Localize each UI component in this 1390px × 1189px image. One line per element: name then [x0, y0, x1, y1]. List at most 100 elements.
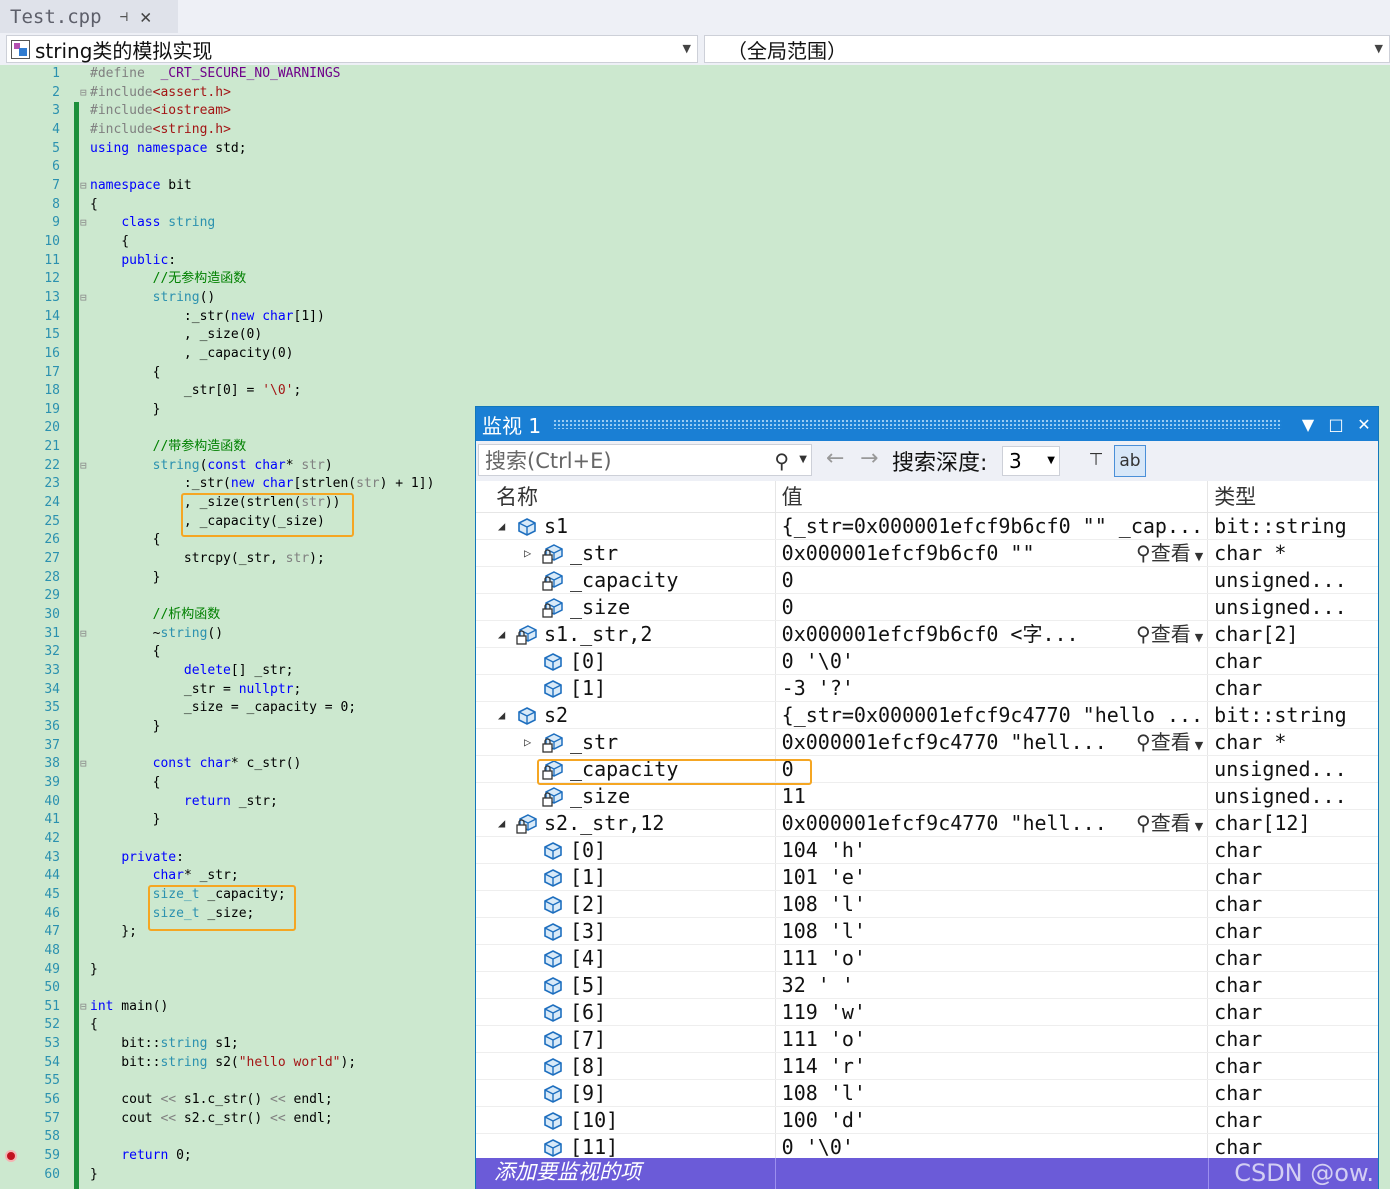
watch-row[interactable]: _size 0 unsigned...	[476, 594, 1378, 621]
fold-toggle-icon[interactable]: ⊟	[80, 289, 90, 308]
add-watch-placeholder[interactable]: 添加要监视的项	[476, 1158, 776, 1189]
watch-row[interactable]: [7] 111 'o' char	[476, 1026, 1378, 1053]
watch-value-cell[interactable]: 11	[776, 783, 1209, 809]
code-line[interactable]: {	[90, 774, 434, 793]
watch-value-cell[interactable]: 0	[776, 567, 1209, 593]
watch-value-cell[interactable]: -3 '?'	[776, 675, 1209, 701]
watch-row[interactable]: [0] 0 '\0' char	[476, 648, 1378, 675]
code-line[interactable]: //带参构造函数	[90, 438, 434, 457]
watch-name[interactable]: [8]	[570, 1053, 606, 1079]
watch-row[interactable]: [2] 108 'l' char	[476, 891, 1378, 918]
watch-name[interactable]: _str	[570, 540, 618, 566]
watch-row[interactable]: [0] 104 'h' char	[476, 837, 1378, 864]
watch-row[interactable]: ◢ s2 {_str=0x000001efcf9c4770 "hello ... bi…	[476, 702, 1378, 729]
watch-row[interactable]: ◢ s2._str,12 0x000001efcf9c4770 "hell... ⚲查…	[476, 810, 1378, 837]
watch-search-input[interactable]: 搜索(Ctrl+E) ⚲ ▼	[478, 444, 812, 476]
code-line[interactable]: #include<iostream>	[90, 102, 434, 121]
watch-value-cell[interactable]: 0x000001efcf9b6cf0 "" ⚲查看 ▼	[776, 540, 1209, 566]
expand-arrow-icon[interactable]: ▷	[524, 540, 531, 566]
code-line[interactable]: }	[90, 1166, 434, 1185]
watch-row[interactable]: [5] 32 ' ' char	[476, 972, 1378, 999]
watch-row[interactable]: [6] 119 'w' char	[476, 999, 1378, 1026]
code-line[interactable]	[90, 587, 434, 606]
watch-name[interactable]: [1]	[570, 864, 606, 890]
visualizer-view-button[interactable]: ⚲查看 ▼	[1132, 810, 1204, 836]
watch-row[interactable]: [9] 108 'l' char	[476, 1080, 1378, 1107]
code-line[interactable]	[90, 979, 434, 998]
code-line[interactable]: #include<string.h>	[90, 121, 434, 140]
code-line[interactable]: cout << s2.c_str() << endl;	[90, 1110, 434, 1129]
collapse-arrow-icon[interactable]: ◢	[498, 810, 505, 836]
code-line[interactable]: ~string()	[90, 625, 434, 644]
watch-value-cell[interactable]: 0 '\0'	[776, 1134, 1209, 1160]
collapse-arrow-icon[interactable]: ◢	[498, 621, 505, 647]
watch-name[interactable]: [0]	[570, 837, 606, 863]
collapse-arrow-icon[interactable]: ◢	[498, 513, 505, 539]
forward-arrow-icon[interactable]: →	[860, 446, 878, 471]
code-line[interactable]: }	[90, 961, 434, 980]
global-scope-dropdown[interactable]: （全局范围） ▼	[704, 35, 1390, 63]
code-line[interactable]	[90, 158, 434, 177]
fold-toggle-icon[interactable]: ⊟	[80, 214, 90, 233]
watch-name[interactable]: [9]	[570, 1080, 606, 1106]
code-line[interactable]: , _size(0)	[90, 326, 434, 345]
code-line[interactable]	[90, 942, 434, 961]
watch-value-cell[interactable]: 104 'h'	[776, 837, 1209, 863]
watch-value-cell[interactable]: 100 'd'	[776, 1107, 1209, 1133]
code-line[interactable]	[90, 830, 434, 849]
code-line[interactable]: {	[90, 364, 434, 383]
watch-name[interactable]: [5]	[570, 972, 606, 998]
watch-value-cell[interactable]: 0	[776, 594, 1209, 620]
collapse-arrow-icon[interactable]: ◢	[498, 702, 505, 728]
watch-row[interactable]: ▷ _str 0x000001efcf9b6cf0 "" ⚲查看 ▼ char *	[476, 540, 1378, 567]
tab-test-cpp[interactable]: Test.cpp ⊣ ✕	[0, 0, 178, 33]
watch-row[interactable]: _size 11 unsigned...	[476, 783, 1378, 810]
code-line[interactable]: namespace bit	[90, 177, 434, 196]
watch-name[interactable]: [0]	[570, 648, 606, 674]
watch-row[interactable]: [3] 108 'l' char	[476, 918, 1378, 945]
watch-value-cell[interactable]: 108 'l'	[776, 891, 1209, 917]
fold-toggle-icon[interactable]: ⊟	[80, 177, 90, 196]
code-line[interactable]: , _capacity(0)	[90, 345, 434, 364]
code-line[interactable]: string()	[90, 289, 434, 308]
watch-name[interactable]: _capacity	[570, 567, 678, 593]
watch-value-cell[interactable]: 32 ' '	[776, 972, 1209, 998]
code-line[interactable]	[90, 1072, 434, 1091]
code-line[interactable]: using namespace std;	[90, 140, 434, 159]
code-line[interactable]: bit::string s2("hello world");	[90, 1054, 434, 1073]
close-tab-icon[interactable]: ✕	[140, 6, 151, 28]
code-line[interactable]: return _str;	[90, 793, 434, 812]
watch-value-cell[interactable]: {_str=0x000001efcf9c4770 "hello ...	[776, 702, 1209, 728]
code-line[interactable]: string(const char* str)	[90, 457, 434, 476]
code-line[interactable]: const char* c_str()	[90, 755, 434, 774]
column-header-type[interactable]: 类型	[1208, 481, 1378, 512]
code-line[interactable]: delete[] _str;	[90, 662, 434, 681]
hex-display-icon[interactable]: ab	[1114, 445, 1146, 477]
scope-dropdown[interactable]: string类的模拟实现 ▼	[6, 35, 698, 63]
code-line[interactable]: char* _str;	[90, 867, 434, 886]
column-header-name[interactable]: 名称	[476, 481, 776, 512]
watch-value-cell[interactable]: {_str=0x000001efcf9b6cf0 "" _cap...	[776, 513, 1209, 539]
watch-name[interactable]: [1]	[570, 675, 606, 701]
watch-name[interactable]: _size	[570, 594, 630, 620]
code-line[interactable]: {	[90, 1016, 434, 1035]
code-line[interactable]: cout << s1.c_str() << endl;	[90, 1091, 434, 1110]
column-header-value[interactable]: 值	[776, 481, 1209, 512]
watch-name[interactable]: [4]	[570, 945, 606, 971]
code-line[interactable]: :_str(new char[1])	[90, 308, 434, 327]
code-line[interactable]: }	[90, 718, 434, 737]
dropdown-icon[interactable]: ▼	[1294, 415, 1322, 434]
watch-row[interactable]: [11] 0 '\0' char	[476, 1134, 1378, 1161]
watch-value-cell[interactable]: 0x000001efcf9b6cf0 <字... ⚲查看 ▼	[776, 621, 1209, 647]
code-line[interactable]: class string	[90, 214, 434, 233]
chevron-down-icon[interactable]: ▼	[799, 454, 807, 465]
code-line[interactable]: return 0;	[90, 1147, 434, 1166]
watch-name[interactable]: _str	[570, 729, 618, 755]
code-line[interactable]: }	[90, 811, 434, 830]
watch-name[interactable]: [11]	[570, 1134, 618, 1160]
watch-value-cell[interactable]: 111 'o'	[776, 1026, 1209, 1052]
watch-name[interactable]: s1._str,2	[544, 621, 652, 647]
code-line[interactable]: #include<assert.h>	[90, 84, 434, 103]
watch-row[interactable]: [8] 114 'r' char	[476, 1053, 1378, 1080]
watch-name[interactable]: [6]	[570, 999, 606, 1025]
